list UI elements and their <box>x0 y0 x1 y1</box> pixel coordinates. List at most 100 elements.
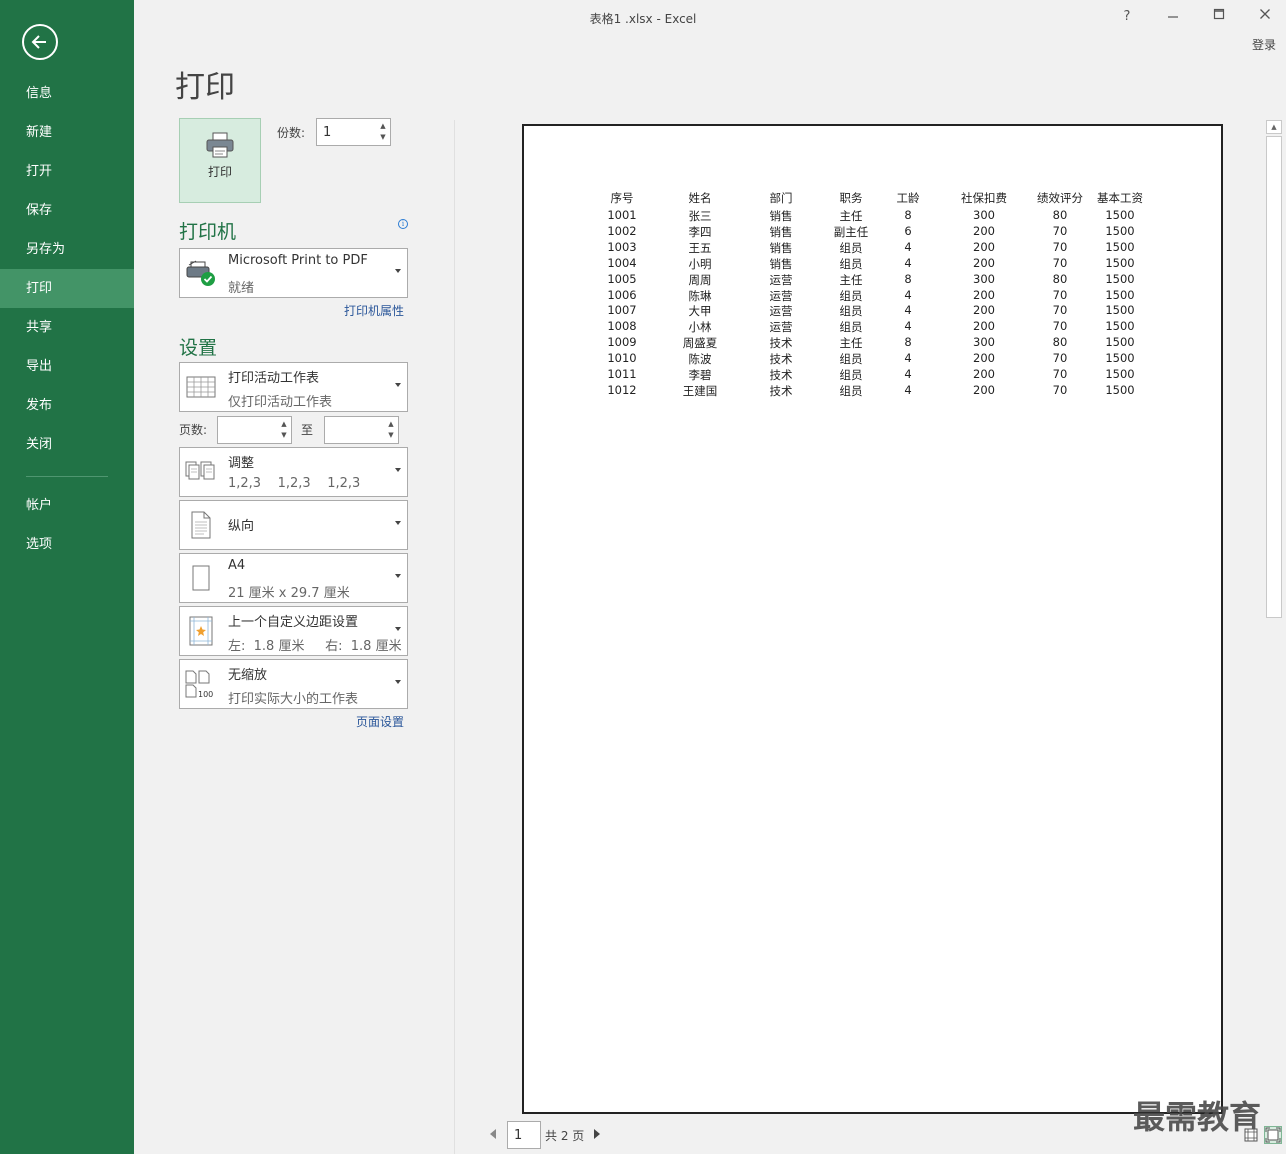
chevron-down-icon <box>395 680 401 684</box>
nav-item-open[interactable]: 打开 <box>0 152 134 191</box>
nav-item-info[interactable]: 信息 <box>0 74 134 113</box>
table-cell: 4 <box>904 319 912 333</box>
close-window-button[interactable] <box>1250 6 1280 28</box>
preview-scrollbar[interactable]: ▲ <box>1266 120 1282 1120</box>
nav-item-save[interactable]: 保存 <box>0 191 134 230</box>
scaling-dropdown[interactable]: 100 无缩放 打印实际大小的工作表 <box>179 659 408 709</box>
nav-item-account[interactable]: 帐户 <box>0 486 134 525</box>
nav-item-new[interactable]: 新建 <box>0 113 134 152</box>
scroll-up-icon[interactable]: ▲ <box>1266 120 1282 134</box>
page-number-field[interactable] <box>507 1121 541 1149</box>
pages-from-spin-arrows[interactable]: ▲ ▼ <box>279 419 289 441</box>
table-cell: 技术 <box>769 352 793 366</box>
pages-from-stepper[interactable]: ▲ ▼ <box>217 416 292 444</box>
print-button[interactable]: 打印 <box>179 118 261 203</box>
table-cell: 8 <box>904 335 912 349</box>
table-cell: 4 <box>904 383 912 397</box>
pages-to-stepper[interactable]: ▲ ▼ <box>324 416 399 444</box>
nav-item-export[interactable]: 导出 <box>0 347 134 386</box>
table-cell: 300 <box>973 335 995 349</box>
printer-dropdown[interactable]: Microsoft Print to PDF 就绪 <box>179 248 408 298</box>
previous-page-icon[interactable] <box>490 1129 496 1139</box>
back-arrow-icon <box>31 35 46 49</box>
table-cell: 300 <box>973 272 995 286</box>
scrollbar-thumb[interactable] <box>1266 136 1282 618</box>
table-header-cell: 社保扣费 <box>961 191 1007 205</box>
nav-item-share[interactable]: 共享 <box>0 308 134 347</box>
nav-item-publish[interactable]: 发布 <box>0 386 134 425</box>
table-cell: 200 <box>973 288 995 302</box>
margins-icon <box>189 616 213 646</box>
table-cell: 运营 <box>769 273 793 287</box>
table-cell: 1010 <box>607 351 637 365</box>
table-cell: 1012 <box>607 383 637 397</box>
zoom-to-page-button[interactable] <box>1264 1126 1282 1144</box>
zoom-to-page-icon <box>1265 1127 1281 1143</box>
copies-stepper[interactable]: ▲▼ <box>316 118 391 146</box>
table-cell: 70 <box>1052 319 1068 333</box>
copies-spin-arrows[interactable]: ▲ ▼ <box>378 121 388 143</box>
nav-item-close[interactable]: 关闭 <box>0 425 134 464</box>
help-button[interactable]: ? <box>1112 6 1142 28</box>
table-cell: 200 <box>973 224 995 238</box>
table-cell: 小明 <box>688 257 712 271</box>
table-cell: 组员 <box>839 257 863 271</box>
table-cell: 周盛夏 <box>682 336 718 350</box>
table-cell: 组员 <box>839 320 863 334</box>
column-divider <box>454 120 455 1154</box>
table-cell: 陈琳 <box>688 289 712 303</box>
table-cell: 80 <box>1052 335 1068 349</box>
table-cell: 1500 <box>1105 303 1135 317</box>
table-cell: 70 <box>1052 303 1068 317</box>
nav-item-save-as[interactable]: 另存为 <box>0 230 134 269</box>
table-cell: 陈波 <box>688 352 712 366</box>
table-cell: 1500 <box>1105 256 1135 270</box>
printer-status: 就绪 <box>228 281 255 296</box>
print-scope-dropdown[interactable]: 打印活动工作表 仅打印活动工作表 <box>179 362 408 412</box>
table-cell: 1007 <box>607 303 637 317</box>
table-cell: 销售 <box>769 257 793 271</box>
printer-icon <box>206 132 234 158</box>
table-cell: 1001 <box>607 208 637 222</box>
table-cell: 1500 <box>1105 351 1135 365</box>
pages-to-spin-arrows[interactable]: ▲ ▼ <box>386 419 396 441</box>
table-cell: 4 <box>904 303 912 317</box>
sign-in-link[interactable]: 登录 <box>1252 36 1276 53</box>
table-header-cell: 姓名 <box>688 191 712 205</box>
pages-to-label: 至 <box>301 423 314 437</box>
print-preview-page: 序号 姓名 部门 职务 工龄 社保扣费 绩效评分 基本工资 1001 张三 销售 主任 8 300 80 15… <box>522 124 1223 1114</box>
window-title: 表格1 .xlsx - Excel <box>589 12 697 26</box>
maximize-button[interactable] <box>1204 6 1234 28</box>
nav-item-options[interactable]: 选项 <box>0 525 134 564</box>
table-cell: 1500 <box>1105 240 1135 254</box>
table-cell: 李四 <box>688 225 712 239</box>
next-page-icon[interactable] <box>594 1129 600 1139</box>
info-icon[interactable]: i <box>398 219 408 229</box>
table-cell: 200 <box>973 367 995 381</box>
table-cell: 70 <box>1052 367 1068 381</box>
print-scope-sub: 仅打印活动工作表 <box>228 395 333 410</box>
table-cell: 组员 <box>839 241 863 255</box>
table-cell: 销售 <box>769 241 793 255</box>
orientation-dropdown[interactable]: 纵向 <box>179 500 408 550</box>
page-setup-link[interactable]: 页面设置 <box>356 713 404 730</box>
printer-properties-link[interactable]: 打印机属性 <box>344 302 404 319</box>
table-cell: 4 <box>904 240 912 254</box>
printer-ready-icon <box>186 260 215 286</box>
minimize-button[interactable] <box>1158 6 1188 28</box>
page-number-input[interactable] <box>508 1122 540 1148</box>
nav-item-print[interactable]: 打印 <box>0 269 134 308</box>
table-cell: 200 <box>973 303 995 317</box>
table-cell: 1004 <box>607 256 637 270</box>
table-cell: 1500 <box>1105 272 1135 286</box>
table-cell: 200 <box>973 240 995 254</box>
table-cell: 6 <box>904 224 912 238</box>
show-margins-icon[interactable] <box>1244 1128 1258 1142</box>
margins-dropdown[interactable]: 上一个自定义边距设置 左: 1.8 厘米 右: 1.8 厘米 <box>179 606 408 656</box>
paper-size-dropdown[interactable]: A4 21 厘米 x 29.7 厘米 <box>179 553 408 603</box>
back-button[interactable] <box>22 24 58 60</box>
collate-dropdown[interactable]: 调整 1,2,3 1,2,3 1,2,3 <box>179 447 408 497</box>
table-cell: 1005 <box>607 272 637 286</box>
table-cell: 李碧 <box>688 368 712 382</box>
settings-section-title: 设置 <box>179 337 218 359</box>
